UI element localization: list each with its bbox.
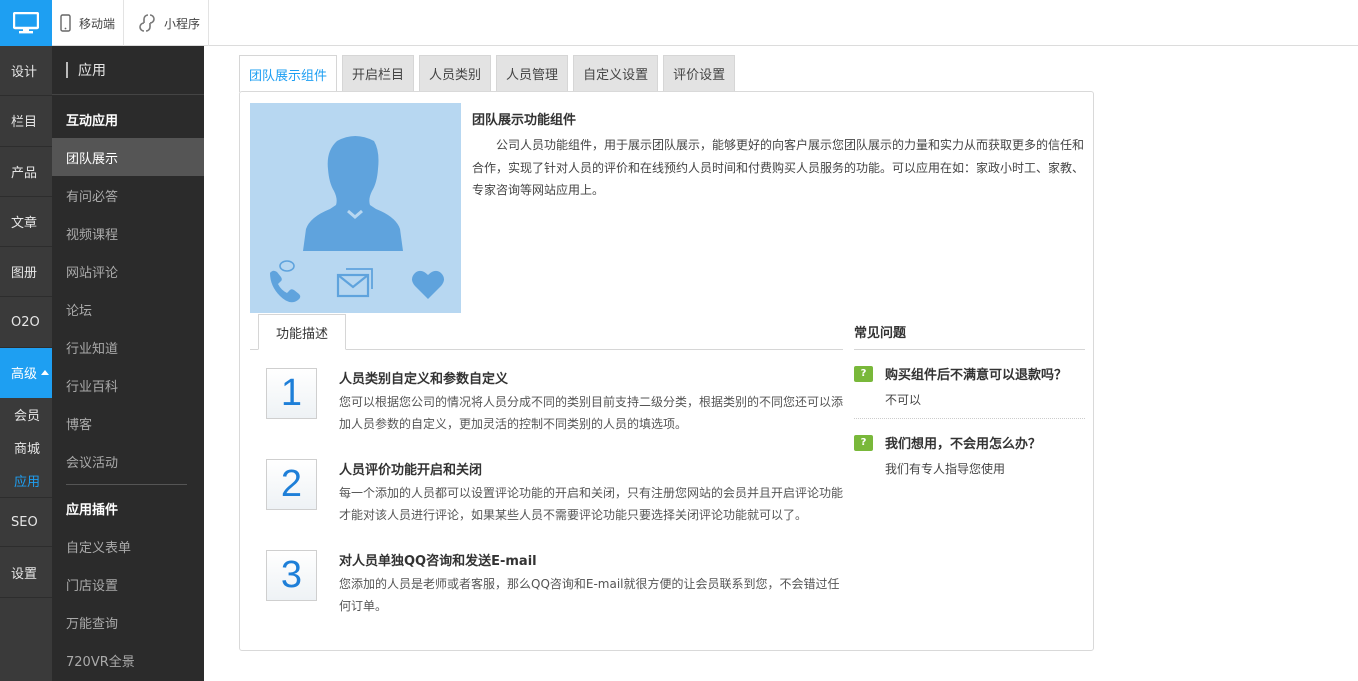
top-bar: 移动端 小程序	[0, 0, 1358, 46]
secondary-nav: 应用 互动应用 团队展示 有问必答 视频课程 网站评论 论坛 行业知道 行业百科…	[52, 46, 204, 681]
mail-icon	[336, 268, 373, 298]
question-icon: ?	[854, 365, 873, 382]
subnav-universal-query[interactable]: 万能查询	[52, 603, 204, 641]
subnav-divider	[66, 484, 187, 485]
nav-articles[interactable]: 文章	[0, 197, 52, 248]
subnav-store-settings[interactable]: 门店设置	[52, 565, 204, 603]
phone-chat-icon	[270, 260, 301, 303]
caret-up-icon	[41, 370, 50, 376]
nav-columns[interactable]: 栏目	[0, 96, 52, 147]
mobile-tab[interactable]: 移动端	[52, 0, 125, 46]
subnav-industry-wiki[interactable]: 行业百科	[52, 366, 204, 404]
feature-number: 1	[266, 368, 317, 419]
feature-title: 人员类别自定义和参数自定义	[339, 372, 509, 387]
faq-item: ? 购买组件后不满意可以退款吗？ 不可以	[854, 350, 1085, 419]
feature-desc: 您添加的人员是老师或者客服，那么QQ咨询和E-mail就很方便的让会员联系到您，…	[339, 577, 840, 613]
subnav-blog[interactable]: 博客	[52, 404, 204, 442]
nav-seo[interactable]: SEO	[0, 497, 52, 548]
subnav-video-courses[interactable]: 视频课程	[52, 214, 204, 252]
nav-design[interactable]: 设计	[0, 46, 52, 97]
question-icon: ?	[854, 434, 873, 451]
subnav-custom-form[interactable]: 自定义表单	[52, 527, 204, 565]
main-content: 团队展示组件 开启栏目 人员类别 人员管理 自定义设置 评价设置 团队展示功能组…	[204, 46, 1358, 681]
faq-title: 常见问题	[854, 314, 1085, 350]
subnav-group-interactive: 互动应用	[66, 113, 119, 129]
faq-question: 我们想用，不会用怎么办？	[885, 437, 1042, 452]
subnav-title: 应用	[78, 63, 106, 79]
subnav-team-display[interactable]: 团队展示	[52, 138, 204, 176]
miniprogram-icon	[138, 14, 156, 32]
tab-staff-management[interactable]: 人员管理	[496, 55, 569, 91]
intro-text: 公司人员功能组件，用于展示团队展示，能够更好的向客户展示您团队展示的力量和实力从…	[472, 138, 1085, 197]
tab-bar: 团队展示组件 开启栏目 人员类别 人员管理 自定义设置 评价设置	[239, 55, 740, 92]
miniprogram-label: 小程序	[164, 16, 201, 31]
desktop-icon[interactable]	[0, 0, 52, 46]
faq-answer: 我们有专人指导您使用	[885, 462, 1006, 476]
faq-question: 购买组件后不满意可以退款吗？	[885, 368, 1068, 383]
heart-icon	[412, 270, 444, 299]
feature-desc: 每一个添加的人员都可以设置评论功能的开启和关闭，只有注册您网站的会员并且开启评论…	[339, 486, 844, 522]
subnav-header: 应用	[52, 46, 204, 95]
component-panel: 团队展示功能组件 公司人员功能组件，用于展示团队展示，能够更好的向客户展示您团队…	[239, 91, 1094, 651]
nav-mall[interactable]: 商城	[0, 431, 52, 464]
nav-advanced[interactable]: 高级	[0, 347, 52, 399]
tab-custom-settings[interactable]: 自定义设置	[573, 55, 659, 91]
tab-feature-description[interactable]: 功能描述	[258, 314, 346, 350]
faq-answer: 不可以	[885, 393, 922, 407]
faq-item: ? 我们想用，不会用怎么办？ 我们有专人指导您使用	[854, 419, 1085, 487]
person-icon	[303, 136, 403, 251]
tab-staff-category[interactable]: 人员类别	[419, 55, 492, 91]
primary-nav: 设计 栏目 产品 文章 图册 O2O 高级 会员 商城 应用 SEO 设置	[0, 46, 52, 681]
miniprogram-tab[interactable]: 小程序	[130, 0, 210, 46]
mobile-label: 移动端	[79, 16, 116, 31]
subnav-industry-know[interactable]: 行业知道	[52, 328, 204, 366]
faq-panel: 常见问题 ? 购买组件后不满意可以退款吗？ 不可以 ? 我们想用，不会用怎么办？ 我…	[854, 314, 1085, 487]
subnav-vr-panorama[interactable]: 720VR全景	[52, 641, 204, 679]
feature-desc: 您可以根据您公司的情况将人员分成不同的类别目前支持二级分类，根据类别的不同您还可…	[339, 395, 844, 431]
nav-apps[interactable]: 应用	[0, 464, 52, 497]
mobile-icon	[60, 14, 71, 32]
subnav-forum[interactable]: 论坛	[52, 290, 204, 328]
feature-title: 人员评价功能开启和关闭	[339, 463, 483, 478]
feature-title: 对人员单独QQ咨询和发送E-mail	[339, 554, 537, 569]
subnav-events[interactable]: 会议活动	[52, 442, 204, 480]
feature-number: 2	[266, 459, 317, 510]
tab-team-component[interactable]: 团队展示组件	[239, 55, 338, 92]
tab-review-settings[interactable]: 评价设置	[663, 55, 736, 91]
subnav-qa[interactable]: 有问必答	[52, 176, 204, 214]
tab-enable-column[interactable]: 开启栏目	[342, 55, 415, 91]
hero-illustration	[250, 103, 461, 313]
nav-o2o[interactable]: O2O	[0, 297, 52, 348]
nav-products[interactable]: 产品	[0, 147, 52, 197]
intro-title: 团队展示功能组件	[472, 113, 577, 128]
nav-albums[interactable]: 图册	[0, 247, 52, 298]
subnav-site-comments[interactable]: 网站评论	[52, 252, 204, 290]
nav-members[interactable]: 会员	[0, 398, 52, 431]
subnav-group-plugins: 应用插件	[66, 502, 119, 518]
nav-advanced-label: 高级	[11, 367, 38, 383]
nav-settings[interactable]: 设置	[0, 547, 52, 598]
feature-number: 3	[266, 550, 317, 601]
